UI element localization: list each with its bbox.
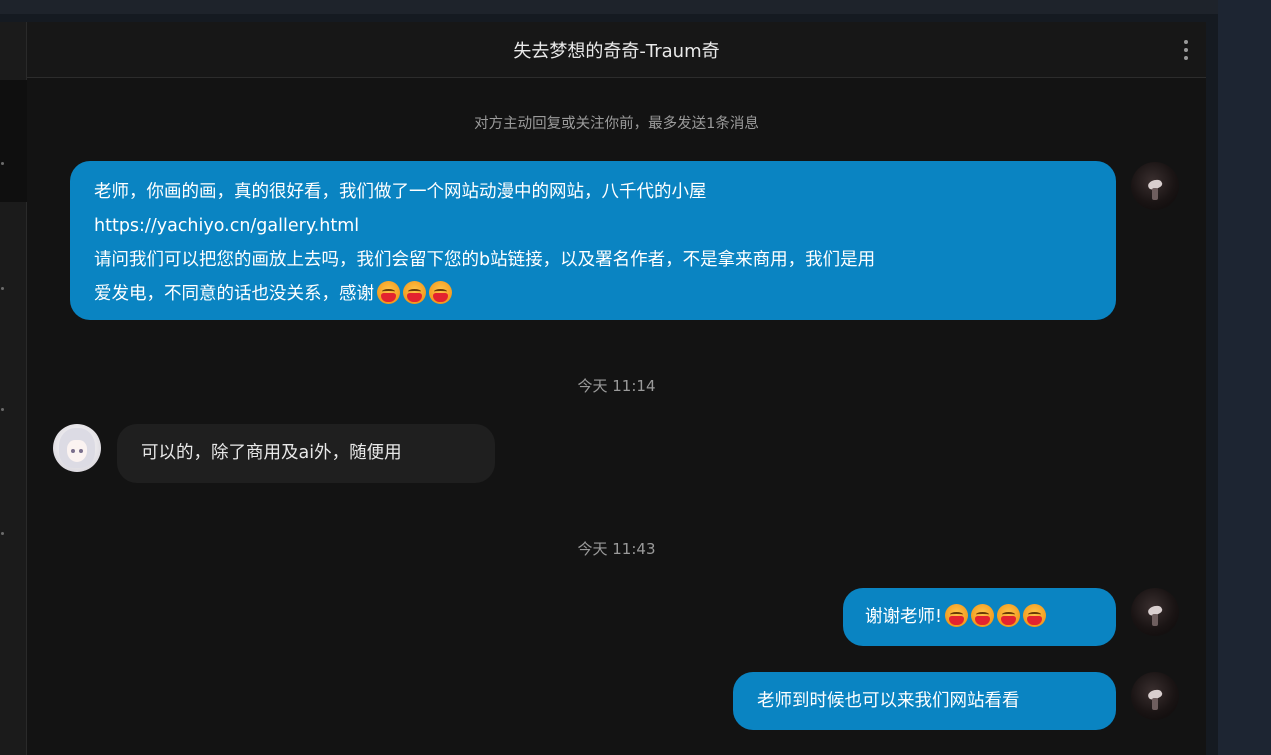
face-with-mask-emoji — [377, 281, 400, 304]
face-with-mask-emoji — [997, 604, 1021, 627]
my-avatar[interactable] — [1131, 588, 1179, 636]
message-text: 谢谢老师! — [865, 607, 943, 627]
message-text: 老师到时候也可以来我们网站看看 — [757, 691, 1020, 711]
face-with-mask-emoji — [429, 281, 452, 304]
app-root: 失去梦想的奇奇-Traum奇 对方主动回复或关注你前，最多发送1条消息 老师，你… — [0, 0, 1271, 755]
message-link[interactable]: https://yachiyo.cn/gallery.html — [94, 209, 1092, 243]
outgoing-message-bubble[interactable]: 老师到时候也可以来我们网站看看 — [733, 672, 1116, 730]
face-with-mask-emoji — [971, 604, 995, 627]
chat-header: 失去梦想的奇奇-Traum奇 — [27, 22, 1206, 78]
incoming-message-bubble[interactable]: 可以的，除了商用及ai外，随便用 — [117, 424, 495, 483]
chat-title: 失去梦想的奇奇-Traum奇 — [513, 40, 720, 62]
list-item-indicator — [1, 408, 4, 411]
message-text-line: 爱发电，不同意的话也没关系，感谢 — [94, 284, 374, 304]
top-bar — [0, 0, 1218, 14]
conversation-list-panel[interactable] — [0, 22, 27, 755]
my-avatar[interactable] — [1131, 162, 1179, 210]
message-limit-notice: 对方主动回复或关注你前，最多发送1条消息 — [474, 116, 759, 132]
outgoing-message-bubble[interactable]: 老师，你画的画，真的很好看，我们做了一个网站动漫中的网站，八千代的小屋 http… — [70, 161, 1116, 320]
face-with-mask-emoji — [1023, 604, 1047, 627]
face-with-mask-emoji — [945, 604, 969, 627]
list-item-indicator — [1, 287, 4, 290]
message-text: 可以的，除了商用及ai外，随便用 — [141, 443, 402, 463]
conversation-item-active[interactable] — [0, 80, 27, 202]
message-timestamp: 今天 11:43 — [577, 540, 656, 558]
contact-avatar[interactable] — [53, 424, 101, 472]
my-avatar[interactable] — [1131, 672, 1179, 720]
chat-window: 失去梦想的奇奇-Traum奇 对方主动回复或关注你前，最多发送1条消息 老师，你… — [27, 22, 1206, 755]
list-item-indicator — [1, 162, 4, 165]
list-item-indicator — [1, 532, 4, 535]
more-options-icon[interactable] — [1176, 34, 1196, 66]
right-gutter — [1218, 0, 1271, 755]
message-text-line: 老师，你画的画，真的很好看，我们做了一个网站动漫中的网站，八千代的小屋 — [94, 182, 707, 202]
message-text-line: 请问我们可以把您的画放上去吗，我们会留下您的b站链接，以及署名作者，不是拿来商用… — [94, 250, 876, 270]
outgoing-message-bubble[interactable]: 谢谢老师! — [843, 588, 1116, 646]
message-timestamp: 今天 11:14 — [577, 377, 656, 395]
face-with-mask-emoji — [403, 281, 426, 304]
